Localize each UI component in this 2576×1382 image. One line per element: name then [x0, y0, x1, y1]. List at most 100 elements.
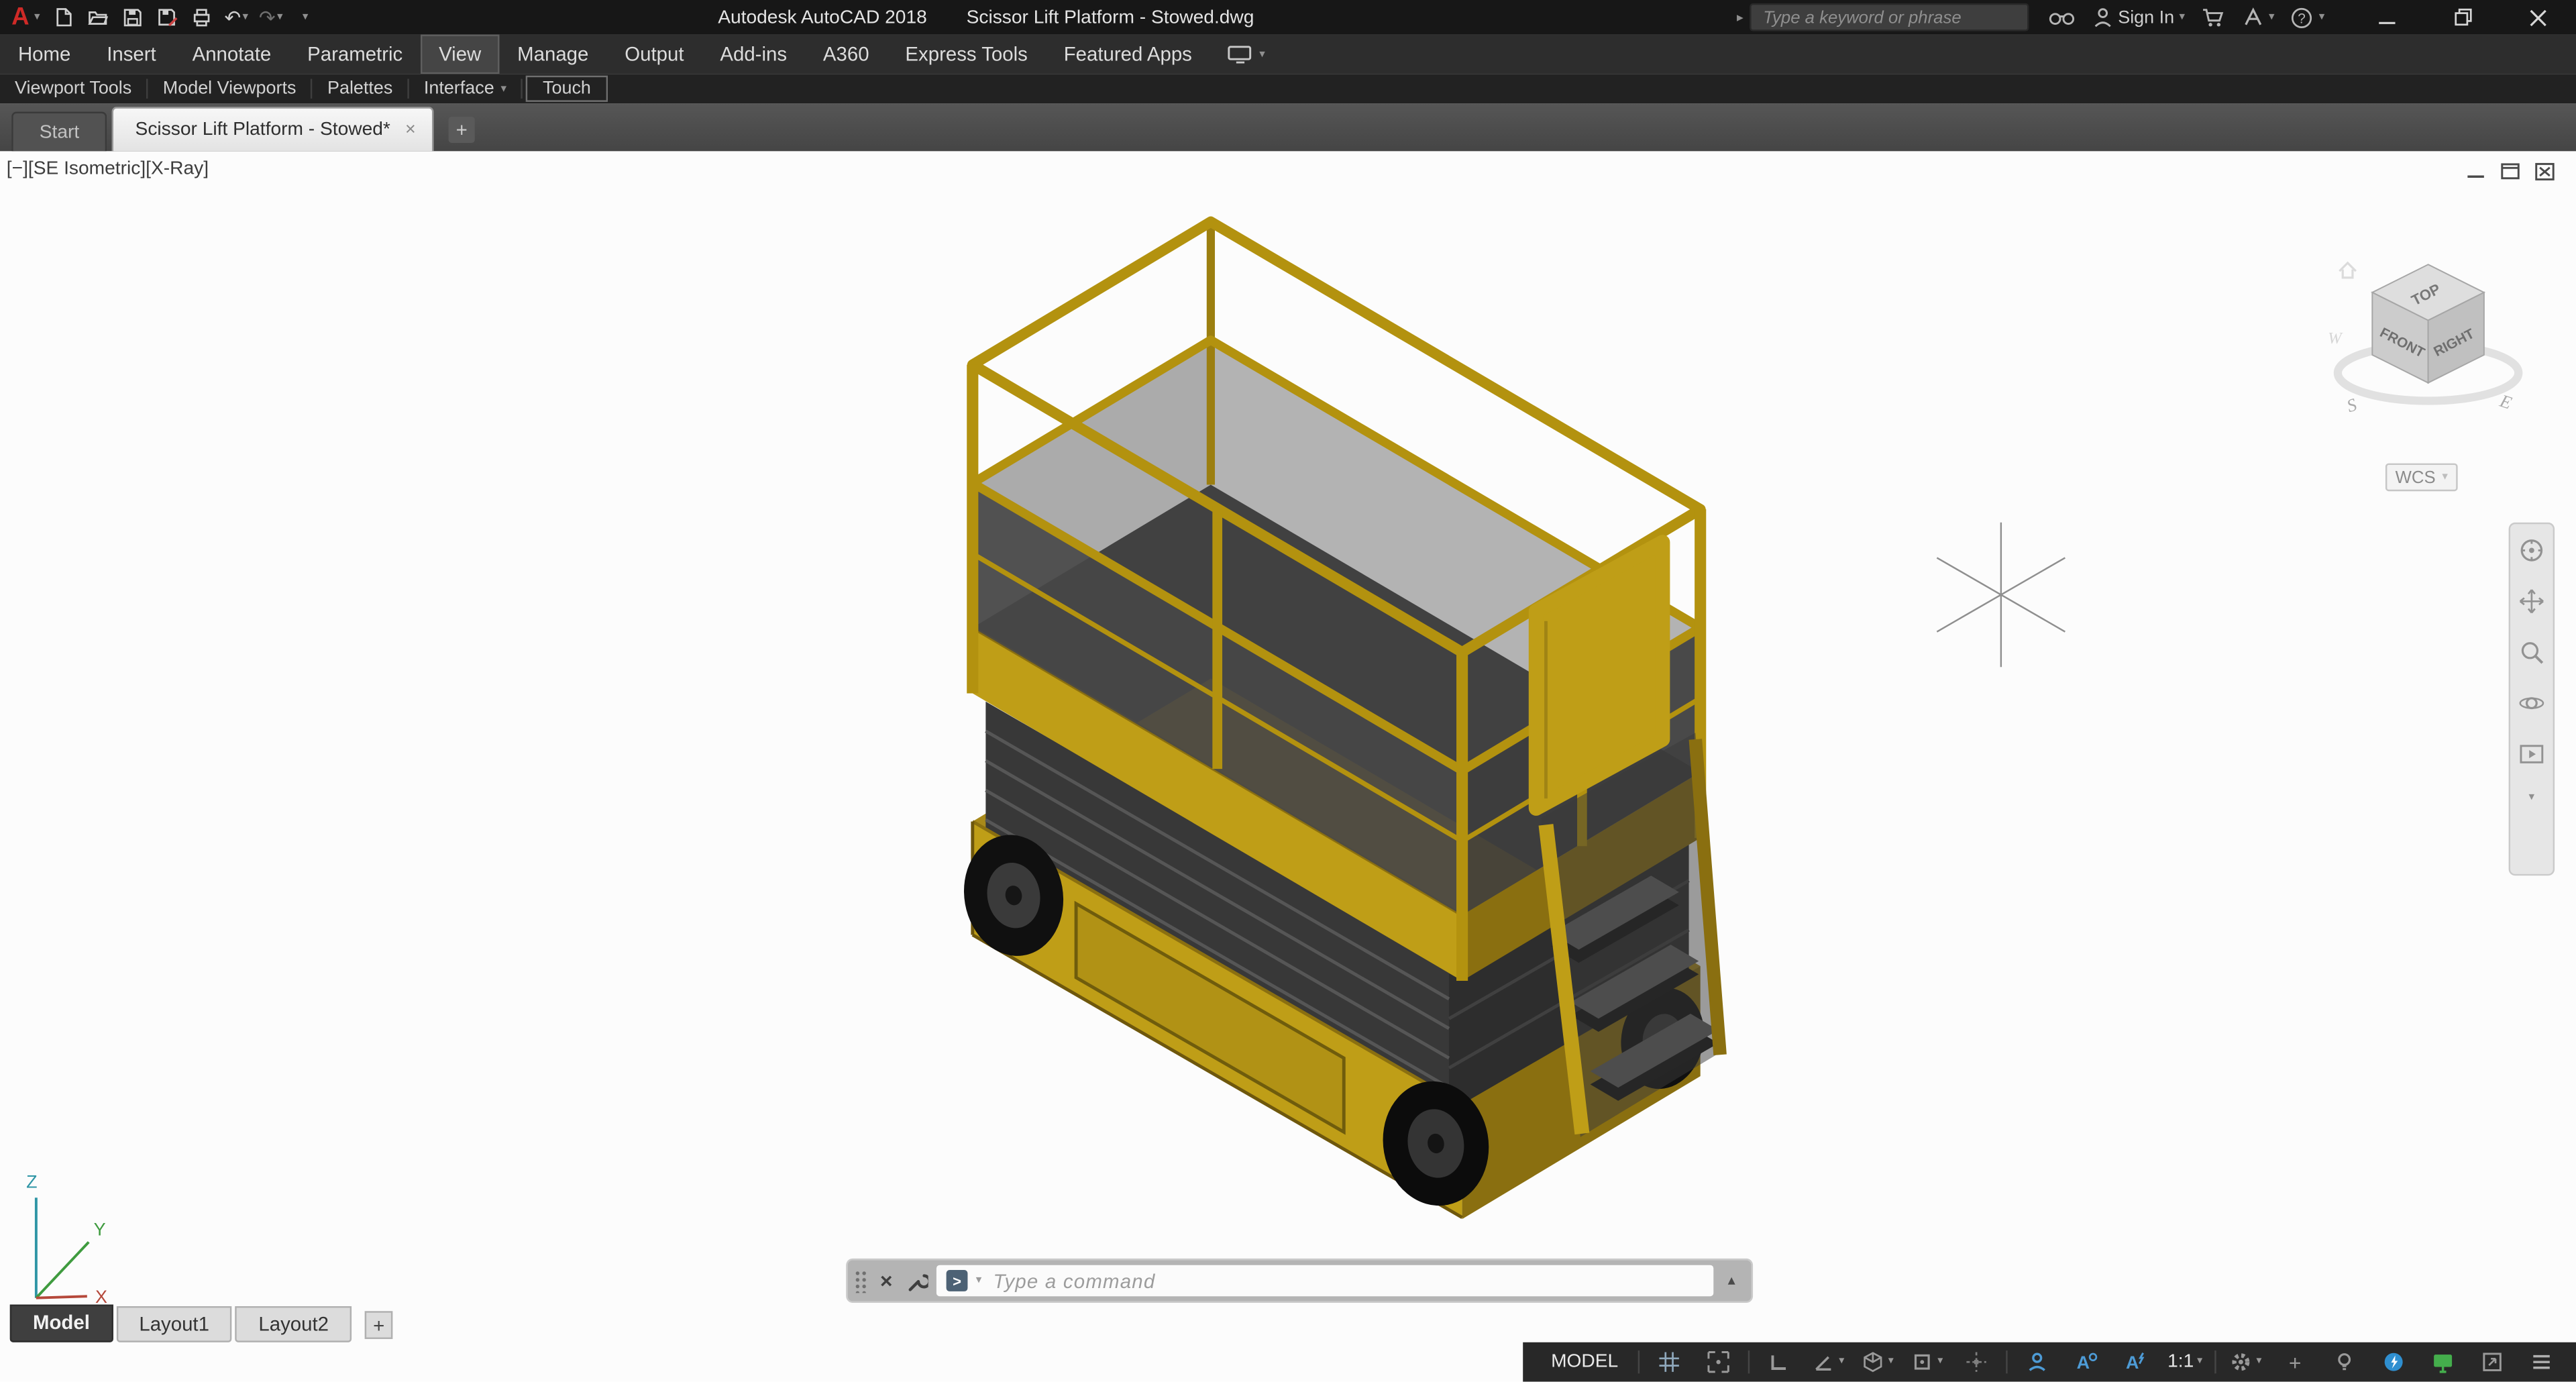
ortho-toggle[interactable] [1755, 1342, 1804, 1382]
workspace-switcher[interactable]: ▾ [2221, 1342, 2270, 1382]
chevron-down-icon[interactable]: ▾ [976, 1275, 982, 1286]
ribbon-display-button[interactable]: ▾ [1210, 34, 1282, 74]
polar-tracking-toggle[interactable]: ▾ [1804, 1342, 1853, 1382]
app-store-button[interactable] [2193, 0, 2234, 34]
model-space-toggle[interactable]: MODEL [1536, 1352, 1633, 1372]
panel-touch[interactable]: Touch [527, 76, 608, 102]
autodesk-360-button[interactable]: ▾ [2235, 0, 2283, 34]
zoom-icon[interactable] [2518, 639, 2544, 666]
command-line-drag-handle[interactable] [854, 1269, 868, 1293]
chevron-down-icon: ▾ [2318, 11, 2325, 23]
graphics-performance-toggle[interactable] [2369, 1342, 2418, 1382]
app-menu-button[interactable]: A ▾ [0, 0, 46, 34]
tab-insert[interactable]: Insert [89, 34, 174, 74]
tab-a360[interactable]: A360 [805, 34, 888, 74]
open-file-button[interactable] [81, 0, 115, 34]
full-navigation-wheel-icon[interactable] [2518, 537, 2544, 564]
panel-palettes[interactable]: Palettes [313, 74, 407, 103]
tab-express-tools[interactable]: Express Tools [887, 34, 1045, 74]
redo-button[interactable]: ↷ ▾ [254, 0, 288, 34]
osnap-toggle[interactable]: ▾ [1902, 1342, 1951, 1382]
status-bar: MODEL ▾ ▾ ▾ A A 1:1 ▾ ▾ + [1523, 1342, 2576, 1382]
tab-parametric[interactable]: Parametric [289, 34, 421, 74]
help-button[interactable]: ? ▾ [2283, 0, 2333, 34]
command-line-close-icon[interactable]: × [875, 1269, 897, 1293]
viewport-minimize-icon[interactable] [2466, 164, 2485, 180]
tab-add-ins[interactable]: Add-ins [702, 34, 805, 74]
chevron-down-icon[interactable]: ▾ [2256, 1356, 2261, 1368]
wcs-selector[interactable]: WCS ▾ [2385, 463, 2458, 492]
title-bar: A ▾ ↶ ▾ ↷ ▾ ▾ Autodesk AutoCAD 2018 Scis… [0, 0, 2576, 35]
tab-home[interactable]: Home [0, 34, 89, 74]
status-bar-customization[interactable] [2517, 1342, 2566, 1382]
show-motion-icon[interactable] [2518, 741, 2544, 767]
green-monitor-icon [2434, 1354, 2453, 1373]
chevron-down-icon[interactable]: ▾ [1839, 1356, 1844, 1368]
help-search-field[interactable] [1750, 3, 2029, 32]
viewcube[interactable]: W S E TOP FRONT RIGHT [2324, 238, 2538, 501]
tab-layout1[interactable]: Layout1 [116, 1306, 233, 1342]
panel-viewport-tools[interactable]: Viewport Tools [0, 74, 146, 103]
orbit-icon[interactable] [2518, 690, 2544, 716]
chevron-down-icon[interactable]: ▾ [2197, 1356, 2202, 1368]
save-button[interactable] [115, 0, 150, 34]
tab-model[interactable]: Model [9, 1304, 113, 1342]
performance-monitor[interactable] [2418, 1342, 2467, 1382]
tab-view[interactable]: View [421, 34, 500, 74]
qat-customize-button[interactable]: ▾ [288, 0, 322, 34]
search-expand-icon[interactable]: ▸ [1737, 10, 1743, 24]
new-drawing-tab-button[interactable]: + [448, 116, 475, 144]
viewport-controls-label[interactable]: [−][SE Isometric][X-Ray] [7, 160, 209, 179]
tab-layout2[interactable]: Layout2 [235, 1306, 352, 1342]
divider [2006, 1350, 2008, 1374]
pan-icon[interactable] [2518, 588, 2544, 615]
tab-manage[interactable]: Manage [499, 34, 606, 74]
annotation-monitor-toggle[interactable] [2012, 1342, 2061, 1382]
command-line[interactable]: × > ▾ ▴ [847, 1260, 1752, 1301]
command-history-icon[interactable]: ▴ [1722, 1272, 1741, 1290]
save-as-button[interactable] [150, 0, 184, 34]
plot-button[interactable] [184, 0, 219, 34]
new-layout-button[interactable]: + [364, 1311, 393, 1339]
annotation-scale-selector[interactable]: 1:1 ▾ [2160, 1342, 2209, 1382]
file-tab-label: Scissor Lift Platform - Stowed* [135, 119, 390, 140]
tab-output[interactable]: Output [606, 34, 702, 74]
crosshair-cursor [1936, 522, 2065, 668]
undo-button[interactable]: ↶ ▾ [219, 0, 254, 34]
printer-icon [194, 9, 211, 27]
chevron-down-icon[interactable]: ▾ [1937, 1356, 1943, 1368]
annotation-visibility-toggle[interactable]: A [2061, 1342, 2110, 1382]
new-file-button[interactable] [46, 0, 80, 34]
restore-button[interactable] [2425, 0, 2501, 34]
grid-toggle[interactable] [1644, 1342, 1693, 1382]
panel-model-viewports[interactable]: Model Viewports [148, 74, 311, 103]
search-button[interactable] [2039, 0, 2086, 34]
autocad-logo-icon: A [11, 3, 30, 32]
annotation-add-scales[interactable]: + [2270, 1342, 2319, 1382]
tab-featured-apps[interactable]: Featured Apps [1046, 34, 1210, 74]
ortho-icon [1771, 1355, 1786, 1371]
panel-interface[interactable]: Interface ▾ [409, 74, 521, 103]
command-input[interactable] [989, 1267, 1704, 1294]
viewport-close-icon[interactable] [2535, 162, 2555, 180]
chevron-down-icon: ▾ [242, 11, 249, 23]
sign-in-button[interactable]: Sign In ▾ [2085, 0, 2193, 34]
viewport-restore-icon[interactable] [2500, 162, 2520, 180]
command-line-customize-icon[interactable] [905, 1269, 928, 1292]
tab-annotate[interactable]: Annotate [174, 34, 290, 74]
file-tab-start[interactable]: Start [11, 111, 107, 152]
isodraft-toggle[interactable]: ▾ [1853, 1342, 1902, 1382]
isolate-objects-toggle[interactable] [2320, 1342, 2369, 1382]
search-input[interactable] [1760, 5, 2020, 29]
close-tab-icon[interactable]: × [405, 120, 416, 140]
chevron-down-icon[interactable]: ▾ [2529, 792, 2535, 803]
chevron-down-icon[interactable]: ▾ [1888, 1356, 1894, 1368]
snap-toggle[interactable] [1694, 1342, 1743, 1382]
file-tab-active[interactable]: Scissor Lift Platform - Stowed* × [112, 107, 434, 152]
command-input-area[interactable]: > ▾ [936, 1265, 1714, 1297]
annotation-autoscale-toggle[interactable]: A [2111, 1342, 2160, 1382]
otrack-toggle[interactable] [1951, 1342, 2000, 1382]
close-button[interactable] [2500, 0, 2576, 34]
clean-screen-toggle[interactable] [2467, 1342, 2516, 1382]
minimize-button[interactable] [2349, 0, 2425, 34]
